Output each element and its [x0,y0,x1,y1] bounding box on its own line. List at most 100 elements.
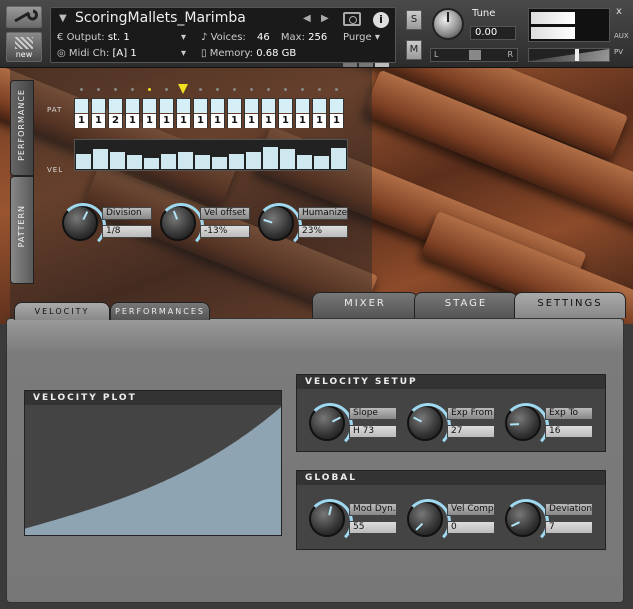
velocity-step-bar[interactable] [161,154,176,169]
wrench-icon[interactable] [6,6,42,28]
pattern-step[interactable]: 1 [210,98,225,128]
step-value[interactable]: 2 [109,114,122,128]
info-icon[interactable]: i [373,12,389,28]
velocity-step-bar[interactable] [297,155,312,169]
knob-value[interactable]: 16 [545,425,593,438]
tab-stage[interactable]: STAGE [414,292,518,318]
exp-from-knob[interactable] [405,403,451,449]
knob-value[interactable]: 0 [447,521,495,534]
velocity-step-bar[interactable] [110,152,125,169]
knob-value[interactable]: -13% [200,225,250,238]
prev-instrument-icon[interactable]: ◀ [303,13,311,24]
pattern-step[interactable]: 1 [295,98,310,128]
tab-mixer[interactable]: MIXER [312,292,418,318]
tune-knob[interactable] [432,8,464,40]
pattern-step[interactable]: 1 [159,98,174,128]
mute-button[interactable]: M [406,40,422,60]
new-button[interactable]: new [6,32,42,62]
step-value[interactable]: 1 [160,114,173,128]
velocity-step-graph[interactable] [74,139,348,171]
step-marker-icon[interactable] [178,84,188,94]
step-value[interactable]: 1 [126,114,139,128]
tab-performances[interactable]: PERFORMANCES [110,302,210,320]
velocity-step-bar[interactable] [178,152,193,169]
instrument-menu-icon[interactable]: ▼ [59,13,67,24]
velocity-step-bar[interactable] [195,155,210,169]
knob-value[interactable]: 7 [545,521,593,534]
pattern-step[interactable]: 1 [193,98,208,128]
pattern-step[interactable]: 1 [142,98,157,128]
vel-offset-knob[interactable] [158,203,204,249]
midi-channel-selector[interactable]: ◎ Midi Ch: [A] 1 [57,48,137,59]
instrument-title[interactable]: ScoringMallets_Marimba [75,10,246,26]
tab-settings[interactable]: SETTINGS [514,292,626,318]
division-knob[interactable] [60,203,106,249]
velocity-step-bar[interactable] [246,152,261,169]
step-value[interactable]: 1 [211,114,224,128]
step-value[interactable]: 1 [92,114,105,128]
knob-value[interactable]: 23% [298,225,348,238]
pan-thumb[interactable] [469,50,481,60]
velocity-step-bar[interactable] [331,148,346,169]
velocity-step-bar[interactable] [212,157,227,169]
slope-knob[interactable] [307,403,353,449]
volume-thumb[interactable] [575,49,579,61]
purge-menu[interactable]: Purge ▾ [343,32,380,43]
midi-dropdown-icon[interactable]: ▾ [181,48,186,59]
knob-label: Mod Dyn. [349,503,397,516]
humanize-knob[interactable] [256,203,302,249]
step-value[interactable]: 1 [194,114,207,128]
velocity-step-bar[interactable] [280,149,295,169]
velocity-step-bar[interactable] [93,149,108,169]
tune-value[interactable]: 0.00 [470,26,516,40]
pattern-step[interactable]: 1 [329,98,344,128]
close-icon[interactable]: x [616,6,622,17]
pattern-step[interactable]: 2 [108,98,123,128]
step-value[interactable]: 1 [75,114,88,128]
step-value[interactable]: 1 [330,114,343,128]
pattern-step[interactable]: 1 [125,98,140,128]
pan-slider[interactable]: L R [430,48,518,62]
pv-button[interactable]: PV [614,48,623,56]
exp-to-knob[interactable] [503,403,549,449]
knob-value[interactable]: 1/8 [102,225,152,238]
knob-value[interactable]: 27 [447,425,495,438]
pattern-step[interactable]: 1 [278,98,293,128]
step-value[interactable]: 1 [143,114,156,128]
aux-button[interactable]: AUX [614,32,629,40]
velocity-step-bar[interactable] [127,155,142,169]
velocity-step-bar[interactable] [229,154,244,169]
tab-performance[interactable]: PERFORMANCE [10,80,34,176]
velocity-step-bar[interactable] [263,147,278,169]
deviation-knob[interactable] [503,499,549,545]
pattern-step[interactable]: 1 [91,98,106,128]
velocity-step-bar[interactable] [76,154,91,169]
pattern-step[interactable]: 1 [312,98,327,128]
knob-value[interactable]: 55 [349,521,397,534]
output-dropdown-icon[interactable]: ▾ [181,32,186,43]
step-value[interactable]: 1 [245,114,258,128]
step-value[interactable]: 1 [177,114,190,128]
pattern-step[interactable]: 1 [261,98,276,128]
vel-comp-knob[interactable] [405,499,451,545]
volume-slider[interactable] [528,48,610,62]
next-instrument-icon[interactable]: ▶ [321,13,329,24]
step-value[interactable]: 1 [279,114,292,128]
pattern-step[interactable]: 1 [74,98,89,128]
output-selector[interactable]: € Output: st. 1 [57,32,130,43]
knob-value[interactable]: H 73 [349,425,397,438]
tab-pattern[interactable]: PATTERN [10,176,34,284]
solo-button[interactable]: S [406,10,422,30]
step-value[interactable]: 1 [262,114,275,128]
pattern-step[interactable]: 1 [176,98,191,128]
tab-velocity[interactable]: VELOCITY [14,302,110,320]
snapshot-icon[interactable] [343,12,361,26]
step-value[interactable]: 1 [313,114,326,128]
velocity-step-bar[interactable] [144,158,159,169]
velocity-step-bar[interactable] [314,156,329,169]
mod-dyn-knob[interactable] [307,499,353,545]
pattern-step[interactable]: 1 [244,98,259,128]
step-value[interactable]: 1 [228,114,241,128]
pattern-step[interactable]: 1 [227,98,242,128]
step-value[interactable]: 1 [296,114,309,128]
